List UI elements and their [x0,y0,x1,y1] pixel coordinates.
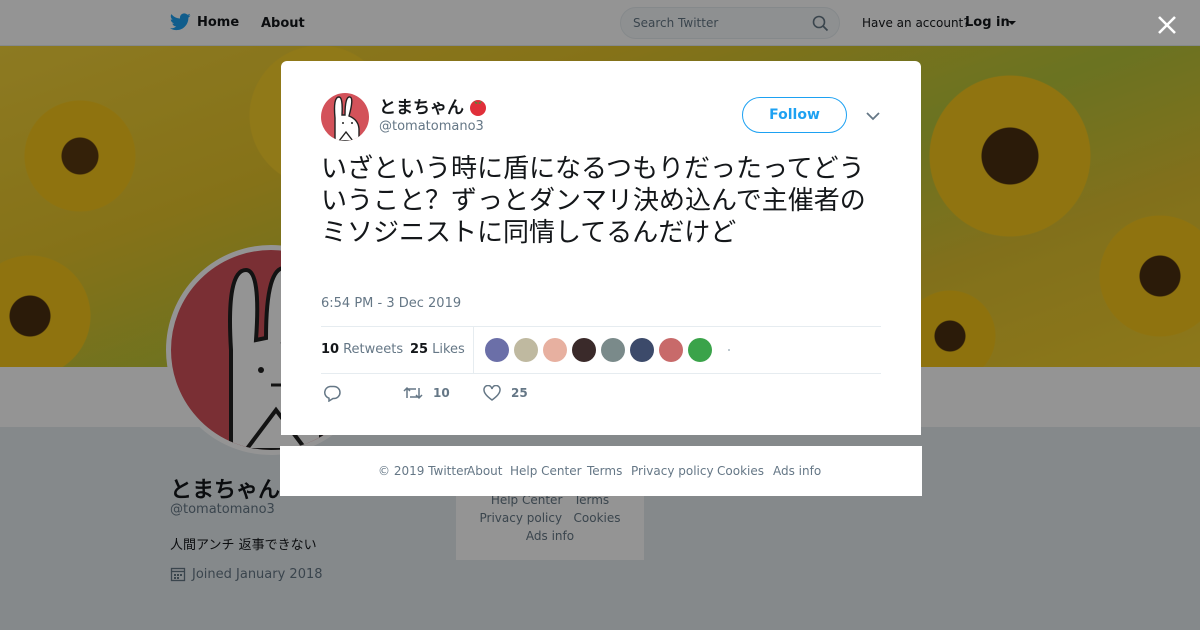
liker-avatar[interactable] [630,338,654,362]
tweet-author-avatar[interactable] [321,93,369,141]
footer-about-link[interactable]: About [467,464,502,478]
retweet-action-count: 10 [433,386,450,400]
modal-footer: © 2019 Twitter About Help Center Terms P… [280,446,922,496]
liker-avatar[interactable] [601,338,625,362]
tweet-author-name-row[interactable]: とまちゃん [379,93,489,118]
liker-avatar[interactable] [543,338,567,362]
footer-copyright: © 2019 Twitter [378,464,469,478]
retweets-count: 10 [321,342,340,357]
more-likers-dot [728,349,730,351]
liker-avatar[interactable] [688,338,712,362]
liker-avatar[interactable] [572,338,596,362]
likes-count: 25 [410,342,429,357]
reply-icon[interactable] [323,385,341,402]
footer-terms-link[interactable]: Terms [587,464,622,478]
like-action-count: 25 [511,386,528,400]
tweet-author-name[interactable]: とまちゃん [379,93,464,118]
bunny-avatar-image [333,96,360,141]
footer-cookies-link[interactable]: Cookies [717,464,764,478]
likes-stat[interactable]: 25 Likes [410,342,465,357]
follow-button[interactable]: Follow [742,97,847,133]
footer-ads-info-link[interactable]: Ads info [773,464,821,478]
tweet-stats: 10 Retweets 25 Likes [321,326,881,374]
like-action[interactable]: 25 [483,385,528,401]
retweet-icon[interactable] [403,385,423,401]
tweet-timestamp[interactable]: 6:54 PM - 3 Dec 2019 [321,296,461,311]
liker-avatar[interactable] [659,338,683,362]
tweet-modal: とまちゃん @tomatomano3 Follow いざという時に盾になるつもり… [281,61,921,435]
retweets-stat[interactable]: 10 Retweets [321,342,403,357]
heart-icon[interactable] [483,385,501,401]
likes-label: Likes [432,342,465,357]
retweets-label: Retweets [343,342,404,357]
liker-avatar[interactable] [485,338,509,362]
tweet-text: いざという時に盾になるつもりだったってどういうこと？ずっとダンマリ決め込んで主催… [321,154,866,248]
footer-help-center-link[interactable]: Help Center [510,464,582,478]
retweet-action[interactable]: 10 [403,385,450,401]
reply-action[interactable] [323,385,341,402]
footer-privacy-link[interactable]: Privacy policy [631,464,714,478]
stats-divider [473,327,474,374]
tweet-author-handle[interactable]: @tomatomano3 [379,119,484,134]
tomato-emoji-icon [470,99,486,116]
close-icon[interactable] [1155,13,1179,37]
chevron-down-icon[interactable] [866,111,880,121]
tweet-actions: 10 25 [321,383,881,407]
liker-avatar[interactable] [514,338,538,362]
